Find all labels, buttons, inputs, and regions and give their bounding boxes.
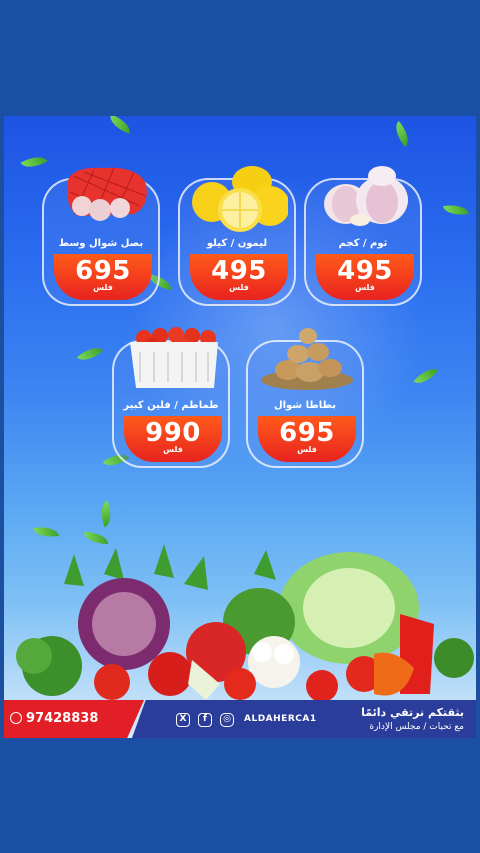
- contact-footer: 97428838 X f ◎ ALDAHERCA1 بثقتكم نرتقي د…: [4, 700, 476, 738]
- x-icon[interactable]: X: [176, 713, 190, 727]
- product-card-potatoes[interactable]: بطاطا شوال 695 فلس: [246, 328, 364, 468]
- product-card-lemons[interactable]: ليمون / كيلو 495 فلس: [178, 166, 296, 306]
- leaf-decoration: [443, 202, 469, 218]
- top-bar: [0, 0, 480, 116]
- product-card-tomatoes[interactable]: طماطم / فلين كبير 990 فلس: [112, 327, 230, 468]
- price-value: 990: [145, 418, 201, 448]
- price-value: 695: [279, 418, 335, 448]
- tomato-box-image: [130, 327, 218, 388]
- price-currency: فلس: [93, 283, 113, 292]
- instagram-icon[interactable]: ◎: [220, 713, 234, 727]
- leaf-decoration: [76, 341, 104, 367]
- price-currency: فلس: [355, 283, 375, 292]
- bottom-bar: [0, 738, 480, 853]
- onion-sack-image: [67, 167, 147, 221]
- offers-poster: ثوم / كجم 495 فلس ليمون / كيلو 495 فلس ب…: [4, 116, 476, 738]
- price-tag: 990 فلس: [124, 416, 222, 462]
- product-card-onion[interactable]: بصل شوال وسط 695 فلس: [42, 167, 160, 306]
- leaf-decoration: [389, 120, 415, 148]
- price-tag: 495 فلس: [190, 254, 288, 300]
- price-currency: فلس: [229, 283, 249, 292]
- vegetables-banner-image: [16, 544, 474, 702]
- leaf-decoration: [20, 150, 48, 174]
- price-tag: 495 فلس: [316, 254, 414, 300]
- facebook-icon[interactable]: f: [198, 713, 212, 727]
- price-currency: فلس: [163, 445, 183, 454]
- product-name: بطاطا شوال: [273, 400, 337, 411]
- price-value: 495: [337, 256, 393, 286]
- price-value: 495: [211, 256, 267, 286]
- leaf-decoration: [106, 116, 134, 134]
- product-name: طماطم / فلين كبير: [123, 400, 219, 411]
- leaf-decoration: [96, 500, 116, 528]
- phone-number[interactable]: 97428838: [26, 711, 98, 726]
- garlic-image: [324, 166, 408, 226]
- social-handle[interactable]: ALDAHERCA1: [244, 714, 317, 724]
- lemons-image: [192, 166, 288, 232]
- whatsapp-icon[interactable]: [10, 712, 22, 724]
- potatoes-image: [261, 328, 353, 390]
- regards-text: مع تحيات / مجلس الإدارة: [369, 722, 464, 732]
- leaf-decoration: [33, 524, 59, 540]
- product-name: بصل شوال وسط: [58, 238, 144, 249]
- product-name: ثوم / كجم: [338, 238, 388, 249]
- price-currency: فلس: [297, 445, 317, 454]
- price-value: 695: [75, 256, 131, 286]
- product-card-garlic[interactable]: ثوم / كجم 495 فلس: [304, 166, 422, 306]
- leaf-decoration: [84, 532, 108, 544]
- product-name: ليمون / كيلو: [206, 238, 268, 249]
- slogan: بثقتكم نرتقي دائمًا: [361, 706, 464, 719]
- price-tag: 695 فلس: [258, 416, 356, 462]
- price-tag: 695 فلس: [54, 254, 152, 300]
